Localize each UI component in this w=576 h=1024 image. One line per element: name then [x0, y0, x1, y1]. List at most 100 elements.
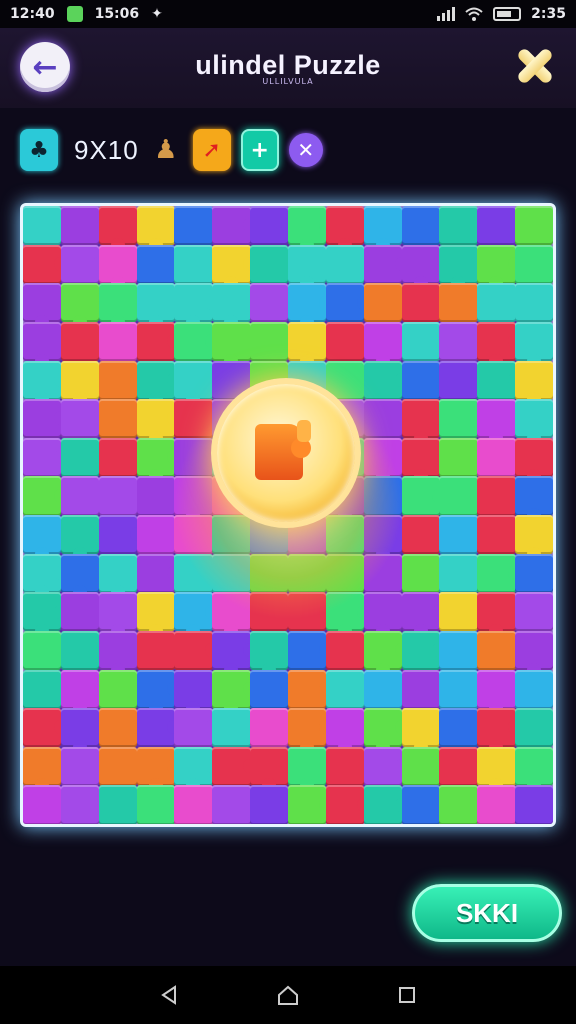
puzzle-piece[interactable] — [363, 669, 403, 709]
puzzle-piece[interactable] — [98, 476, 138, 516]
puzzle-piece[interactable] — [250, 592, 289, 632]
arrow-left-icon: ← — [32, 49, 58, 85]
reward-coin[interactable] — [211, 378, 361, 528]
puzzle-board[interactable] — [20, 203, 556, 827]
puzzle-piece[interactable] — [477, 476, 516, 516]
puzzle-piece[interactable] — [98, 321, 138, 361]
x-icon: ✕ — [297, 138, 315, 162]
puzzle-piece[interactable] — [325, 244, 365, 284]
puzzle-piece[interactable] — [515, 283, 553, 323]
puzzle-piece[interactable] — [136, 630, 175, 670]
puzzle-piece[interactable] — [515, 244, 553, 284]
puzzle-piece[interactable] — [363, 553, 403, 593]
status-clock: 15:06 — [94, 6, 140, 22]
puzzle-piece[interactable] — [439, 669, 478, 709]
puzzle-piece[interactable] — [325, 669, 365, 709]
cancel-button[interactable]: ✕ — [288, 133, 323, 167]
puzzle-piece[interactable] — [136, 476, 175, 516]
puzzle-piece[interactable] — [23, 669, 62, 709]
puzzle-piece[interactable] — [439, 746, 478, 786]
close-button[interactable] — [510, 40, 560, 90]
puzzle-piece[interactable] — [174, 399, 213, 439]
puzzle-piece[interactable] — [477, 283, 516, 323]
puzzle-piece[interactable] — [515, 206, 553, 246]
square-recents-icon — [398, 987, 415, 1003]
puzzle-piece[interactable] — [439, 206, 478, 246]
status-time-left: 12:40 — [10, 6, 55, 22]
puzzle-piece[interactable] — [325, 553, 365, 593]
puzzle-piece[interactable] — [212, 708, 251, 748]
skip-button[interactable]: SKKI — [412, 884, 562, 942]
puzzle-piece[interactable] — [515, 669, 553, 709]
character-button[interactable]: ♟ — [149, 129, 183, 171]
pet-icon: ✦ — [151, 6, 163, 22]
puzzle-piece[interactable] — [174, 206, 213, 246]
puzzle-piece[interactable] — [250, 785, 289, 824]
puzzle-piece[interactable] — [325, 321, 365, 361]
hint-button[interactable]: ➚ — [192, 129, 231, 171]
puzzle-piece[interactable] — [98, 785, 138, 824]
puzzle-piece[interactable] — [401, 321, 440, 361]
puzzle-piece[interactable] — [477, 206, 516, 246]
puzzle-piece[interactable] — [515, 592, 553, 632]
puzzle-piece[interactable] — [515, 553, 553, 593]
puzzle-piece[interactable] — [60, 630, 100, 670]
puzzle-piece[interactable] — [439, 553, 478, 593]
puzzle-piece[interactable] — [98, 437, 138, 477]
puzzle-piece[interactable] — [174, 244, 213, 284]
puzzle-piece[interactable] — [325, 630, 365, 670]
puzzle-piece[interactable] — [23, 630, 62, 670]
back-button[interactable]: ← — [20, 42, 70, 92]
puzzle-piece[interactable] — [401, 360, 440, 400]
puzzle-piece[interactable] — [250, 283, 289, 323]
puzzle-piece[interactable] — [401, 746, 440, 786]
puzzle-piece[interactable] — [401, 553, 440, 593]
puzzle-piece[interactable] — [325, 515, 365, 555]
toolbar: ♣ 9X10 ♟ ➚ + ✕ — [20, 128, 323, 172]
puzzle-piece[interactable] — [401, 206, 440, 246]
status-bar: 12:40 15:06 ✦ 2:35 — [0, 0, 576, 28]
puzzle-piece[interactable] — [401, 669, 440, 709]
puzzle-piece[interactable] — [212, 785, 251, 824]
puzzle-piece[interactable] — [401, 515, 440, 555]
puzzle-piece[interactable] — [439, 360, 478, 400]
puzzle-piece[interactable] — [60, 592, 100, 632]
puzzle-piece[interactable] — [363, 399, 403, 439]
puzzle-piece[interactable] — [98, 669, 138, 709]
puzzle-piece[interactable] — [477, 515, 516, 555]
puzzle-piece[interactable] — [136, 785, 175, 824]
add-button[interactable]: + — [240, 129, 279, 171]
puzzle-piece[interactable] — [515, 708, 553, 748]
puzzle-piece[interactable] — [250, 244, 289, 284]
puzzle-piece[interactable] — [477, 437, 516, 477]
puzzle-piece[interactable] — [174, 437, 213, 477]
puzzle-piece[interactable] — [212, 553, 251, 593]
emblem-tab — [297, 420, 311, 442]
puzzle-piece[interactable] — [439, 515, 478, 555]
puzzle-piece[interactable] — [288, 553, 327, 593]
puzzle-piece-button[interactable]: ♣ — [20, 129, 58, 171]
puzzle-piece[interactable] — [60, 746, 100, 786]
puzzle-piece[interactable] — [477, 630, 516, 670]
puzzle-piece[interactable] — [98, 746, 138, 786]
puzzle-piece[interactable] — [174, 515, 213, 555]
puzzle-piece[interactable] — [60, 206, 100, 246]
nav-recents-button[interactable] — [392, 980, 422, 1010]
puzzle-piece[interactable] — [363, 283, 403, 323]
puzzle-piece[interactable] — [439, 785, 478, 824]
puzzle-piece[interactable] — [60, 785, 100, 824]
wifi-icon — [465, 7, 483, 21]
puzzle-piece[interactable] — [477, 785, 516, 824]
puzzle-piece[interactable] — [98, 399, 138, 439]
header: ← ulindel Puzzle ULLILVULA — [0, 28, 576, 108]
puzzle-piece-icon: ♣ — [29, 137, 49, 163]
nav-home-button[interactable] — [273, 980, 303, 1010]
puzzle-piece[interactable] — [325, 746, 365, 786]
puzzle-piece[interactable] — [515, 785, 553, 824]
nav-back-button[interactable] — [154, 980, 184, 1010]
puzzle-piece[interactable] — [23, 785, 62, 824]
puzzle-piece[interactable] — [60, 321, 100, 361]
puzzle-piece[interactable] — [401, 283, 440, 323]
puzzle-piece[interactable] — [136, 244, 175, 284]
puzzle-piece[interactable] — [60, 476, 100, 516]
